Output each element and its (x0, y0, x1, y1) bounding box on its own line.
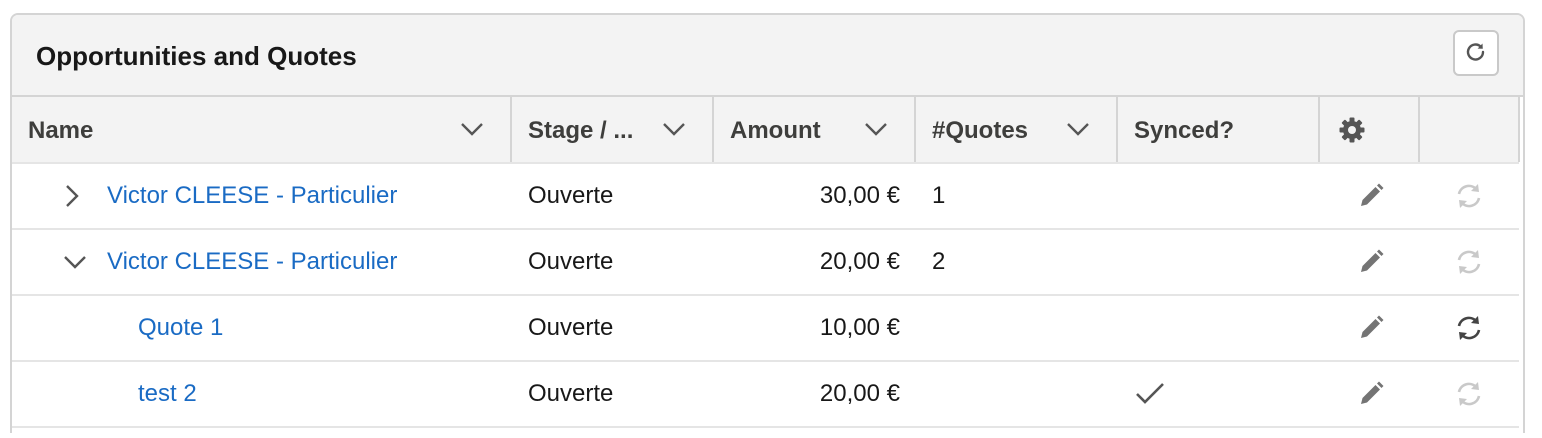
column-label: #Quotes (932, 117, 1029, 144)
stage-cell: Ouverte (528, 182, 614, 209)
quotes-cell: 2 (932, 248, 946, 275)
column-header-quotes[interactable]: #Quotes (916, 97, 1118, 162)
edit-button[interactable] (1354, 164, 1388, 228)
edit-button[interactable] (1354, 230, 1388, 294)
gear-icon[interactable] (1338, 116, 1366, 144)
chevron-down-icon[interactable] (459, 119, 485, 139)
expand-toggle[interactable] (62, 164, 92, 228)
opportunity-link[interactable]: Victor CLEESE - Particulier (107, 230, 397, 294)
stage-cell: Ouverte (528, 380, 614, 407)
sync-button[interactable] (1452, 230, 1486, 294)
refresh-button[interactable] (1453, 30, 1499, 76)
sync-button[interactable] (1452, 362, 1486, 426)
opportunity-link[interactable]: Victor CLEESE - Particulier (107, 164, 397, 228)
column-label: Synced? (1134, 117, 1235, 144)
synced-cell (1134, 362, 1168, 426)
edit-button[interactable] (1354, 362, 1388, 426)
table-row: Quote 1 Ouverte 10,00 € (12, 296, 1519, 362)
column-header-synced[interactable]: Synced? (1118, 97, 1320, 162)
quote-link[interactable]: test 2 (138, 362, 197, 426)
sync-icon (1457, 250, 1481, 274)
table-header: Name Stage / ... Amount #Quotes Synced? (12, 97, 1520, 164)
chevron-down-icon[interactable] (62, 252, 88, 272)
stage-cell: Ouverte (528, 314, 614, 341)
column-label: Amount (730, 117, 821, 144)
table-row: Victor CLEESE - Particulier Ouverte 30,0… (12, 164, 1519, 230)
amount-cell: 10,00 € (819, 314, 900, 341)
edit-button[interactable] (1354, 296, 1388, 360)
chevron-down-icon[interactable] (1065, 119, 1091, 139)
quote-link[interactable]: Quote 1 (138, 296, 223, 360)
column-label: Name (28, 117, 94, 144)
expand-toggle[interactable] (62, 230, 92, 294)
quotes-cell: 1 (932, 182, 946, 209)
card-title: Opportunities and Quotes (36, 41, 357, 71)
column-label: Stage / ... (528, 117, 634, 144)
sync-icon (1457, 184, 1481, 208)
stage-cell: Ouverte (528, 248, 614, 275)
column-header-actions (1420, 97, 1520, 162)
opportunities-card: Opportunities and Quotes Name Stage / ..… (10, 13, 1525, 433)
table-row: test 2 Ouverte 20,00 € (12, 362, 1519, 428)
chevron-down-icon[interactable] (863, 119, 889, 139)
column-header-name[interactable]: Name (12, 97, 512, 162)
sync-icon (1457, 382, 1481, 406)
column-header-amount[interactable]: Amount (714, 97, 916, 162)
sync-icon (1457, 316, 1481, 340)
checkmark-icon (1136, 383, 1164, 404)
chevron-right-icon[interactable] (62, 183, 82, 209)
amount-cell: 30,00 € (819, 182, 900, 209)
sync-button[interactable] (1452, 296, 1486, 360)
amount-cell: 20,00 € (819, 380, 900, 407)
table-row: Victor CLEESE - Particulier Ouverte 20,0… (12, 230, 1519, 296)
pencil-icon (1361, 183, 1384, 206)
pencil-icon (1361, 381, 1384, 404)
column-header-settings[interactable] (1320, 97, 1420, 162)
column-header-stage[interactable]: Stage / ... (512, 97, 714, 162)
amount-cell: 20,00 € (819, 248, 900, 275)
pencil-icon (1361, 249, 1384, 272)
sync-button[interactable] (1452, 164, 1486, 228)
card-header: Opportunities and Quotes (12, 15, 1523, 97)
chevron-down-icon[interactable] (661, 119, 687, 139)
refresh-icon (1466, 43, 1485, 61)
pencil-icon (1361, 315, 1384, 338)
